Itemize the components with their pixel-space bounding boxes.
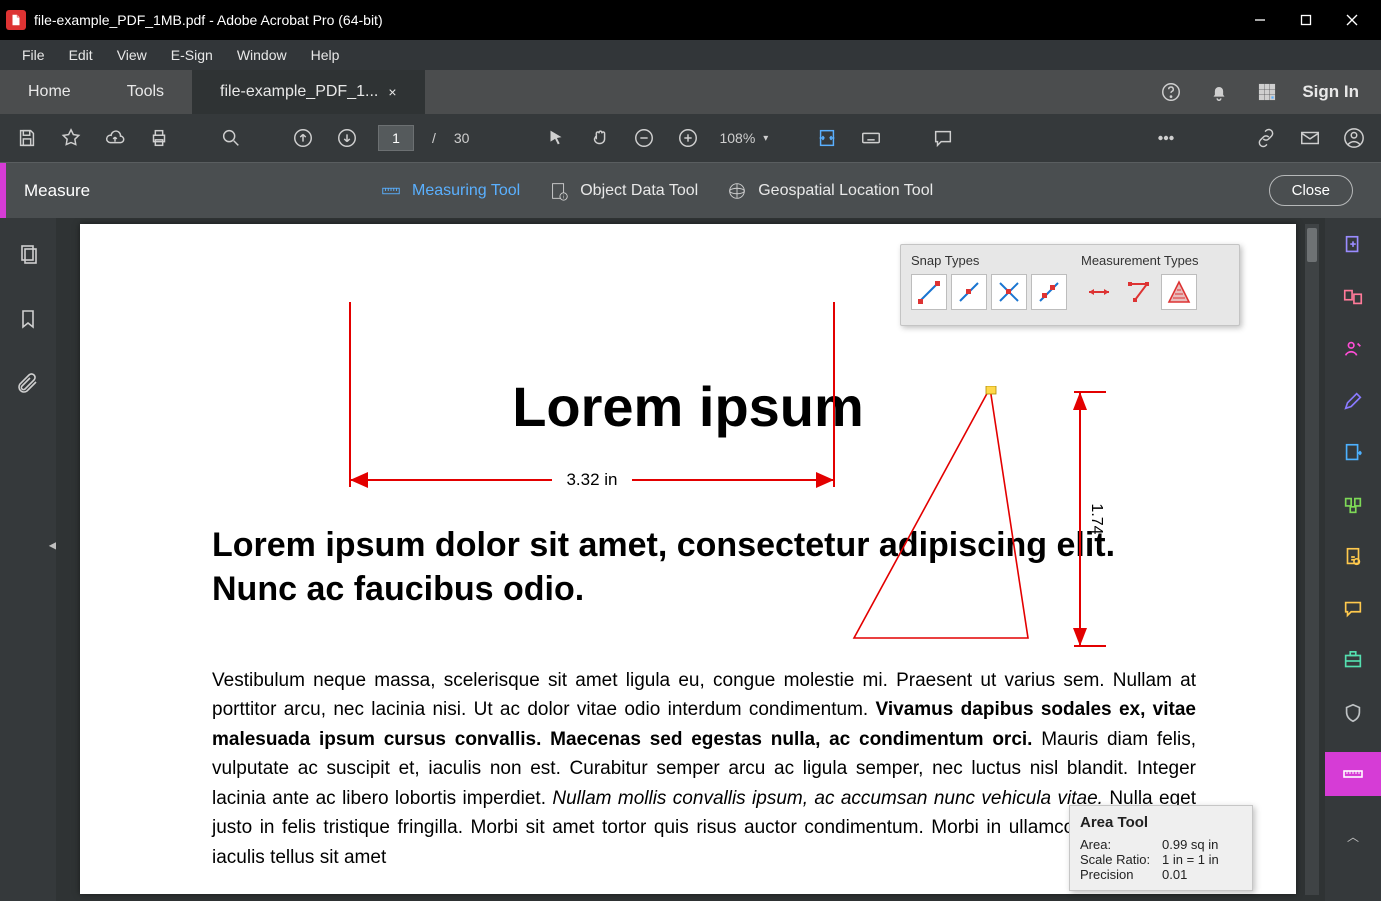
fit-width-icon[interactable]: [814, 125, 840, 151]
snap-endpoint-button[interactable]: [911, 274, 947, 310]
vertical-measurement[interactable]: 1.74: [1070, 388, 1108, 650]
export-pdf-icon[interactable]: [1340, 440, 1366, 466]
menu-file[interactable]: File: [10, 43, 57, 67]
keyboard-icon[interactable]: [858, 125, 884, 151]
page-body-text: Vestibulum neque massa, scelerisque sit …: [212, 666, 1196, 872]
geospatial-tool-button[interactable]: Geospatial Location Tool: [726, 180, 933, 202]
document-page: Lorem ipsum Lorem ipsum dolor sit amet, …: [80, 224, 1296, 894]
area-tool-tooltip: Area Tool Area:0.99 sq in Scale Ratio:1 …: [1069, 805, 1253, 891]
close-measure-button[interactable]: Close: [1269, 175, 1353, 206]
apps-grid-icon[interactable]: [1254, 79, 1280, 105]
app-icon: [6, 10, 26, 30]
menu-esign[interactable]: E-Sign: [159, 43, 225, 67]
menu-window[interactable]: Window: [225, 43, 299, 67]
menubar: File Edit View E-Sign Window Help: [0, 40, 1381, 70]
measure-label: Measure: [24, 181, 90, 201]
share-link-icon[interactable]: [1253, 125, 1279, 151]
thumbnails-icon[interactable]: [16, 242, 40, 271]
maximize-button[interactable]: [1283, 0, 1329, 40]
minimize-button[interactable]: [1237, 0, 1283, 40]
measure-toolbar: Measure Measuring Tool i Object Data Too…: [0, 162, 1381, 218]
bell-icon[interactable]: [1206, 79, 1232, 105]
snap-types-panel[interactable]: Snap Types Measurement Types: [900, 244, 1240, 326]
close-window-button[interactable]: [1329, 0, 1375, 40]
star-icon[interactable]: [58, 125, 84, 151]
scan-ocr-icon[interactable]: [1340, 648, 1366, 674]
area-tool-title: Area Tool: [1080, 814, 1242, 831]
protect-icon[interactable]: [1340, 700, 1366, 726]
find-icon[interactable]: [218, 125, 244, 151]
tab-document[interactable]: file-example_PDF_1...×: [192, 70, 424, 114]
window-title: file-example_PDF_1MB.pdf - Adobe Acrobat…: [34, 12, 383, 28]
horizontal-measurement[interactable]: 3.32 in: [342, 302, 842, 492]
organize-pages-icon[interactable]: [1340, 492, 1366, 518]
combine-files-icon[interactable]: [1340, 284, 1366, 310]
measuring-tool-button[interactable]: Measuring Tool: [380, 180, 520, 202]
help-icon[interactable]: [1158, 79, 1184, 105]
close-tab-icon[interactable]: ×: [388, 84, 396, 100]
caret-down-icon: ▾: [763, 133, 768, 144]
attachments-icon[interactable]: [16, 372, 40, 401]
svg-text:i: i: [563, 194, 564, 200]
measure-tool-active-icon[interactable]: [1325, 752, 1381, 796]
menu-help[interactable]: Help: [299, 43, 352, 67]
tab-home[interactable]: Home: [0, 70, 99, 114]
area-measurement-triangle[interactable]: [850, 386, 1030, 642]
save-icon[interactable]: [14, 125, 40, 151]
window-titlebar: file-example_PDF_1MB.pdf - Adobe Acrobat…: [0, 0, 1381, 40]
edit-pdf-icon[interactable]: [1340, 388, 1366, 414]
object-data-icon: i: [548, 180, 570, 202]
more-options-icon[interactable]: [1153, 125, 1179, 151]
scrollbar-thumb[interactable]: [1307, 228, 1317, 262]
prev-page-icon[interactable]: [290, 125, 316, 151]
right-tools-panel: ︿: [1325, 218, 1381, 901]
ruler-icon: [380, 180, 402, 202]
measurement-types-title: Measurement Types: [1081, 253, 1199, 268]
globe-icon: [726, 180, 748, 202]
email-icon[interactable]: [1297, 125, 1323, 151]
measure-distance-button[interactable]: [1081, 274, 1117, 310]
svg-text:1.74: 1.74: [1088, 503, 1105, 534]
comment-tool-icon[interactable]: [1340, 596, 1366, 622]
work-area: ◀ Lorem ipsum Lorem ipsum dolor sit amet…: [0, 218, 1381, 901]
print-icon[interactable]: [146, 125, 172, 151]
comment-icon[interactable]: [930, 125, 956, 151]
svg-text:3.32 in: 3.32 in: [566, 470, 617, 489]
zoom-out-icon[interactable]: [631, 125, 657, 151]
app-tabs: Home Tools file-example_PDF_1...× Sign I…: [0, 70, 1381, 114]
left-nav-panel: ◀: [0, 218, 56, 901]
zoom-level-select[interactable]: 108%▾: [719, 130, 768, 146]
account-icon[interactable]: [1341, 125, 1367, 151]
main-toolbar: / 30 108%▾: [0, 114, 1381, 162]
object-data-tool-button[interactable]: i Object Data Tool: [548, 180, 698, 202]
compress-pdf-icon[interactable]: [1340, 544, 1366, 570]
request-signatures-icon[interactable]: [1340, 336, 1366, 362]
page-separator: /: [432, 130, 436, 146]
menu-edit[interactable]: Edit: [57, 43, 105, 67]
snap-midpoint-button[interactable]: [951, 274, 987, 310]
menu-view[interactable]: View: [105, 43, 159, 67]
measure-area-button[interactable]: [1161, 274, 1197, 310]
sign-in-link[interactable]: Sign In: [1302, 82, 1359, 102]
snap-path-button[interactable]: [1031, 274, 1067, 310]
select-arrow-icon[interactable]: [543, 125, 569, 151]
snap-intersection-button[interactable]: [991, 274, 1027, 310]
page-heading-2: Lorem ipsum dolor sit amet, consectetur …: [212, 524, 1196, 611]
zoom-in-icon[interactable]: [675, 125, 701, 151]
vertical-scrollbar[interactable]: [1305, 224, 1319, 895]
page-total: 30: [454, 130, 470, 146]
document-viewport[interactable]: Lorem ipsum Lorem ipsum dolor sit amet, …: [56, 218, 1325, 901]
bookmarks-icon[interactable]: [16, 307, 40, 336]
create-pdf-icon[interactable]: [1340, 232, 1366, 258]
hand-pan-icon[interactable]: [587, 125, 613, 151]
next-page-icon[interactable]: [334, 125, 360, 151]
expand-up-icon[interactable]: ︿: [1347, 828, 1359, 845]
page-number-input[interactable]: [378, 125, 414, 151]
measure-perimeter-button[interactable]: [1121, 274, 1157, 310]
cloud-upload-icon[interactable]: [102, 125, 128, 151]
tab-tools[interactable]: Tools: [99, 70, 192, 114]
toolbar-accent: [0, 163, 6, 218]
snap-types-title: Snap Types: [911, 253, 1067, 268]
